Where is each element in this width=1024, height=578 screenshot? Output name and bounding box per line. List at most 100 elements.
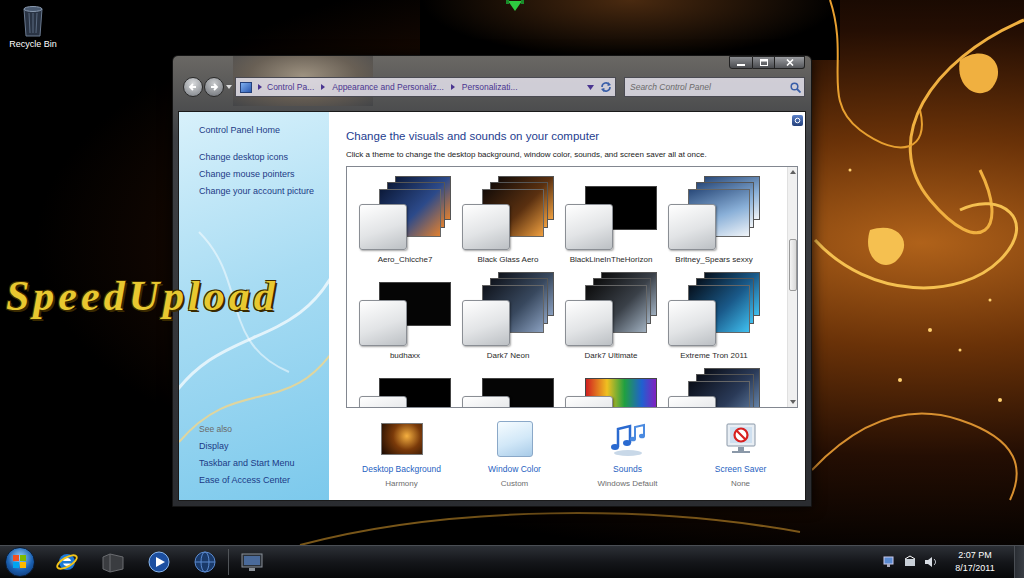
volume-icon[interactable] <box>922 554 938 570</box>
theme-thumbnail <box>563 368 659 408</box>
theme-setting[interactable]: Window Color Custom <box>458 420 571 489</box>
see-also-link[interactable]: Display <box>199 438 329 455</box>
help-button[interactable] <box>792 115 803 126</box>
theme-item-partial[interactable] <box>458 359 558 408</box>
theme-item[interactable]: Aero_Chicche7 <box>355 167 455 263</box>
address-row: Control Pa... Appearance and Personaliz..… <box>173 70 811 104</box>
globe-icon <box>193 550 217 574</box>
maximize-button[interactable] <box>753 56 775 69</box>
theme-thumbnail <box>563 176 659 252</box>
setting-value: Harmony <box>385 479 417 489</box>
pinned-apps <box>44 547 275 578</box>
maximize-icon <box>760 59 768 66</box>
breadcrumb-separator-icon[interactable] <box>449 83 457 91</box>
clock-time: 2:07 PM <box>958 549 992 562</box>
browser-button[interactable] <box>182 547 228 578</box>
recycle-bin-icon <box>20 4 46 38</box>
media-player-icon <box>147 550 171 574</box>
breadcrumb-separator-icon[interactable] <box>319 83 327 91</box>
minimize-icon <box>737 60 745 66</box>
internet-explorer-button[interactable] <box>44 547 90 578</box>
breadcrumb-item[interactable]: Appearance and Personaliz... <box>329 81 447 93</box>
refresh-icon[interactable] <box>600 81 612 93</box>
theme-list[interactable]: Aero_Chicche7 Black Glass AeroBlackLineIn… <box>346 166 798 408</box>
scroll-up-icon[interactable] <box>788 167 798 177</box>
setting-label[interactable]: Desktop Background <box>362 464 441 475</box>
theme-setting[interactable]: Screen SaverNone <box>684 420 797 489</box>
back-button[interactable] <box>183 77 203 97</box>
screensaver-setting-icon[interactable] <box>719 420 763 458</box>
desktop-icons: Recycle Bin <box>2 4 64 50</box>
sounds-setting-icon[interactable] <box>606 420 650 458</box>
theme-item[interactable]: Black Glass Aero <box>458 167 558 263</box>
theme-item-partial[interactable] <box>355 359 455 408</box>
monitor-icon <box>240 552 264 572</box>
theme-item-partial[interactable] <box>664 359 764 408</box>
sidebar-link[interactable]: Change mouse pointers <box>199 166 329 183</box>
theme-thumbnail <box>357 176 453 252</box>
top-indicator-icon <box>505 0 525 12</box>
network-icon[interactable] <box>882 554 898 570</box>
theme-name: Aero_Chicche7 <box>378 255 433 265</box>
theme-item[interactable]: budhaxx <box>355 263 455 359</box>
media-player-button[interactable] <box>136 547 182 578</box>
clock[interactable]: 2:07 PM 8/17/2011 <box>942 549 1008 575</box>
sidebar-link[interactable]: Control Panel Home <box>199 122 329 139</box>
theme-thumbnail <box>460 272 556 348</box>
search-input[interactable] <box>630 81 790 94</box>
search-magnifier-icon[interactable] <box>790 82 801 93</box>
theme-item-partial[interactable] <box>561 359 661 408</box>
see-also-link[interactable]: Taskbar and Start Menu <box>199 455 329 472</box>
address-dropdown-icon[interactable] <box>587 85 594 90</box>
content-pane: Change the visuals and sounds on your co… <box>329 112 805 500</box>
theme-item[interactable]: Dark7 Ultimate <box>561 263 661 359</box>
theme-color-swatch <box>565 204 613 250</box>
scroll-thumb[interactable] <box>789 239 797 291</box>
title-bar[interactable] <box>173 56 811 70</box>
show-desktop-button[interactable] <box>1014 546 1024 578</box>
back-arrow-icon <box>188 82 198 92</box>
theme-item[interactable]: Extreme Tron 2011 <box>664 263 764 359</box>
theme-thumbnail <box>357 272 453 348</box>
action-center-icon[interactable] <box>902 554 918 570</box>
breadcrumb-item[interactable]: Personalizati... <box>459 81 521 93</box>
theme-color-swatch <box>462 300 510 346</box>
start-button[interactable] <box>5 547 35 577</box>
theme-name: Dark7 Ultimate <box>585 351 638 361</box>
see-also: See alsoDisplayTaskbar and Start MenuEas… <box>199 421 329 489</box>
clock-date: 8/17/2011 <box>955 562 994 575</box>
setting-label[interactable]: Screen Saver <box>715 464 767 475</box>
color-setting-icon[interactable] <box>493 420 537 458</box>
close-button[interactable] <box>775 56 805 69</box>
theme-item[interactable]: Britney_Spears sexxy <box>664 167 764 263</box>
theme-thumbnail <box>563 272 659 348</box>
setting-value: Custom <box>501 479 529 489</box>
desktop-icon[interactable]: Recycle Bin <box>2 4 64 50</box>
see-also-link[interactable]: Ease of Access Center <box>199 472 329 489</box>
theme-settings: Desktop Background Harmony Window Color Cus… <box>345 420 805 489</box>
address-bar[interactable]: Control Pa... Appearance and Personaliz..… <box>235 77 616 97</box>
control-panel-task-button[interactable] <box>229 547 275 578</box>
explorer-button[interactable] <box>90 547 136 578</box>
scroll-down-icon[interactable] <box>788 397 798 407</box>
theme-setting[interactable]: Desktop Background Harmony <box>345 420 458 489</box>
search-box[interactable] <box>624 77 805 97</box>
forward-button[interactable] <box>204 77 224 97</box>
breadcrumb-item[interactable]: Control Pa... <box>264 81 317 93</box>
theme-setting[interactable]: SoundsWindows Default <box>571 420 684 489</box>
theme-item[interactable]: BlackLineInTheHorizon <box>561 167 661 263</box>
theme-thumbnail <box>666 368 762 408</box>
help-icon <box>794 117 801 124</box>
theme-item[interactable]: Dark7 Neon <box>458 263 558 359</box>
history-dropdown[interactable] <box>224 77 234 97</box>
sidebar-link[interactable]: Change your account picture <box>199 183 329 200</box>
sidebar-link[interactable]: Change desktop icons <box>199 149 329 166</box>
theme-color-swatch <box>668 396 716 408</box>
scrollbar[interactable] <box>787 167 797 407</box>
control-panel-icon <box>240 82 252 93</box>
breadcrumb-separator-icon <box>256 83 264 91</box>
minimize-button[interactable] <box>729 56 753 69</box>
background-setting-icon[interactable] <box>380 420 424 458</box>
setting-label[interactable]: Sounds <box>613 464 642 475</box>
setting-label[interactable]: Window Color <box>488 464 541 475</box>
